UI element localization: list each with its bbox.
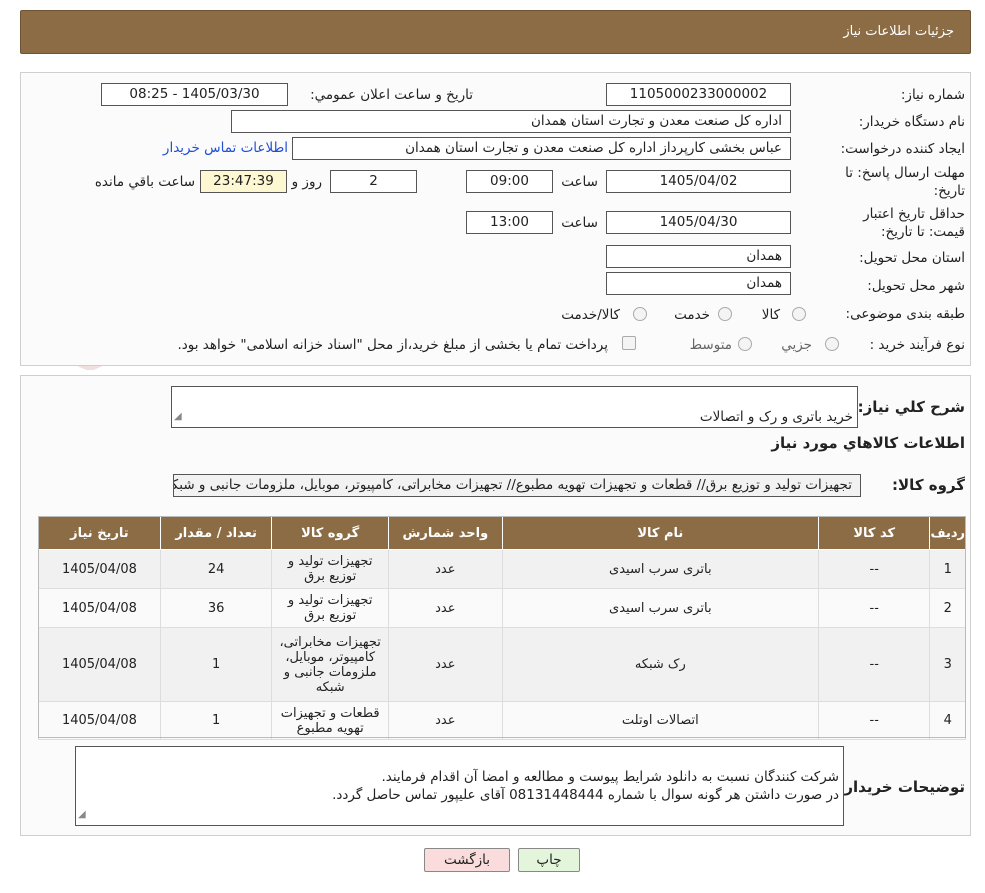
announce-field: 1405/03/30 - 08:25	[101, 83, 288, 106]
cell-unit: عدد	[388, 701, 503, 740]
col-header-name: نام کالا	[501, 516, 820, 550]
reply-date-field: 1405/04/02	[606, 170, 791, 193]
cell-index: 4	[929, 701, 966, 740]
cell-code: --	[818, 627, 931, 702]
announce-label: تاريخ و ساعت اعلان عمومي:	[310, 87, 473, 103]
category-label: طبقه بندی موضوعی:	[845, 306, 965, 322]
cell-group: تجهیزات تولید و توزیع برق	[271, 588, 390, 628]
cell-index: 1	[929, 549, 966, 589]
category-radio-goods[interactable]	[792, 307, 806, 321]
cell-code: --	[818, 588, 931, 628]
print-button[interactable]: چاپ	[518, 848, 580, 872]
cell-name: اتصالات اوتلت	[501, 701, 820, 740]
cell-code: --	[818, 549, 931, 589]
category-radio-service[interactable]	[718, 307, 732, 321]
reply-deadline-label: مهلت ارسال پاسخ: تا تاريخ:	[845, 165, 965, 199]
summary-textarea[interactable]: خريد باتری و رک و اتصالات ◢	[171, 386, 858, 428]
summary-label: شرح کلي نياز:	[857, 398, 965, 416]
resize-grip-icon: ◢	[78, 809, 86, 820]
days-field: 2	[330, 170, 417, 193]
page-title: جزئيات اطلاعات نیاز	[843, 24, 954, 39]
category-option-service: خدمت	[674, 307, 710, 323]
price-validity-time-field: 13:00	[466, 211, 553, 234]
cell-unit: عدد	[388, 627, 503, 702]
buyer-org-label: نام دستگاه خريدار:	[858, 114, 965, 130]
table-row: 3 -- رک شبکه عدد تجهیزات مخابراتی، کامپی…	[38, 627, 966, 702]
creator-field: عباس بخشی کارپرداز اداره کل صنعت معدن و …	[292, 137, 791, 160]
items-table: رديف کد کالا نام کالا واحد شمارش گروه کا…	[38, 516, 966, 740]
back-button[interactable]: بازگشت	[424, 848, 510, 872]
process-label: نوع فرآيند خريد :	[869, 337, 965, 353]
col-header-code: کد کالا	[818, 516, 931, 550]
buyer-org-field: اداره کل صنعت معدن و تجارت استان همدان	[231, 110, 791, 133]
cell-qty: 1	[159, 627, 273, 702]
contact-info-link[interactable]: اطلاعات تماس خريدار	[163, 140, 288, 156]
table-row: 4 -- اتصالات اوتلت عدد قطعات و تجهیزات ت…	[38, 701, 966, 740]
table-header-row: رديف کد کالا نام کالا واحد شمارش گروه کا…	[38, 516, 966, 550]
col-header-index: رديف	[929, 516, 966, 550]
reply-time-label: ساعت	[561, 174, 598, 190]
cell-qty: 1	[159, 701, 273, 740]
cell-group: تجهیزات مخابراتی، کامپیوتر، موبایل، ملزو…	[271, 627, 390, 702]
group-label: گروه کالا:	[892, 476, 965, 494]
treasury-checkbox[interactable]	[622, 336, 636, 350]
cell-group: تجهیزات تولید و توزیع برق	[271, 549, 390, 589]
cell-name: باتری سرب اسیدی	[501, 549, 820, 589]
need-number-field: 1105000233000002	[606, 83, 791, 106]
province-field: همدان	[606, 245, 791, 268]
cell-date: 1405/04/08	[38, 627, 161, 702]
cell-code: --	[818, 701, 931, 740]
process-radio-minor[interactable]	[825, 337, 839, 351]
reply-time-field: 09:00	[466, 170, 553, 193]
price-validity-date-field: 1405/04/30	[606, 211, 791, 234]
cell-date: 1405/04/08	[38, 701, 161, 740]
cell-index: 3	[929, 627, 966, 702]
process-option-minor: جزيي	[781, 337, 812, 353]
buyer-notes-label: توضيحات خريدار:	[838, 778, 965, 796]
col-header-date: تاريخ نياز	[38, 516, 161, 550]
remaining-time-field: 23:47:39	[200, 170, 287, 193]
table-row: 2 -- باتری سرب اسیدی عدد تجهیزات تولید و…	[38, 588, 966, 628]
category-option-goods-service: کالا/خدمت	[561, 307, 620, 323]
items-heading: اطلاعات کالاهاي مورد نياز	[771, 434, 965, 452]
cell-name: باتری سرب اسیدی	[501, 588, 820, 628]
buyer-notes-text: شرکت کنندگان نسبت به دانلود شرایط پیوست …	[332, 769, 839, 803]
cell-index: 2	[929, 588, 966, 628]
page-header: جزئيات اطلاعات نیاز	[20, 10, 971, 54]
need-number-label: شماره نياز:	[900, 87, 965, 103]
cell-qty: 24	[159, 549, 273, 589]
price-validity-label: حداقل تاريخ اعتبار قيمت: تا تاريخ:	[863, 206, 965, 240]
cell-unit: عدد	[388, 549, 503, 589]
cell-date: 1405/04/08	[38, 549, 161, 589]
cell-unit: عدد	[388, 588, 503, 628]
group-field: تجهیزات تولید و توزیع برق// قطعات و تجهی…	[173, 474, 861, 497]
remaining-label: ساعت باقي مانده	[94, 174, 195, 190]
process-radio-medium[interactable]	[738, 337, 752, 351]
cell-date: 1405/04/08	[38, 588, 161, 628]
cell-group: قطعات و تجهیزات تهویه مطبوع	[271, 701, 390, 740]
summary-text: خريد باتری و رک و اتصالات	[699, 409, 853, 425]
cell-name: رک شبکه	[501, 627, 820, 702]
cell-qty: 36	[159, 588, 273, 628]
table-row: 1 -- باتری سرب اسیدی عدد تجهیزات تولید و…	[38, 549, 966, 589]
category-option-goods: کالا	[761, 307, 780, 323]
col-header-group: گروه کالا	[271, 516, 390, 550]
category-radio-goods-service[interactable]	[633, 307, 647, 321]
creator-label: ايجاد کننده درخواست:	[840, 141, 965, 157]
payment-note: پرداخت تمام يا بخشی از مبلغ خريد،از محل …	[177, 337, 608, 353]
process-option-medium: متوسط	[689, 337, 732, 353]
days-label: روز و	[291, 174, 322, 190]
province-label: استان محل تحويل:	[859, 250, 965, 266]
col-header-qty: تعداد / مقدار	[159, 516, 273, 550]
resize-grip-icon: ◢	[174, 411, 182, 422]
buyer-notes-textarea[interactable]: شرکت کنندگان نسبت به دانلود شرایط پیوست …	[75, 746, 844, 826]
price-validity-time-label: ساعت	[561, 215, 598, 231]
city-field: همدان	[606, 272, 791, 295]
city-label: شهر محل تحويل:	[867, 278, 965, 294]
col-header-unit: واحد شمارش	[388, 516, 503, 550]
